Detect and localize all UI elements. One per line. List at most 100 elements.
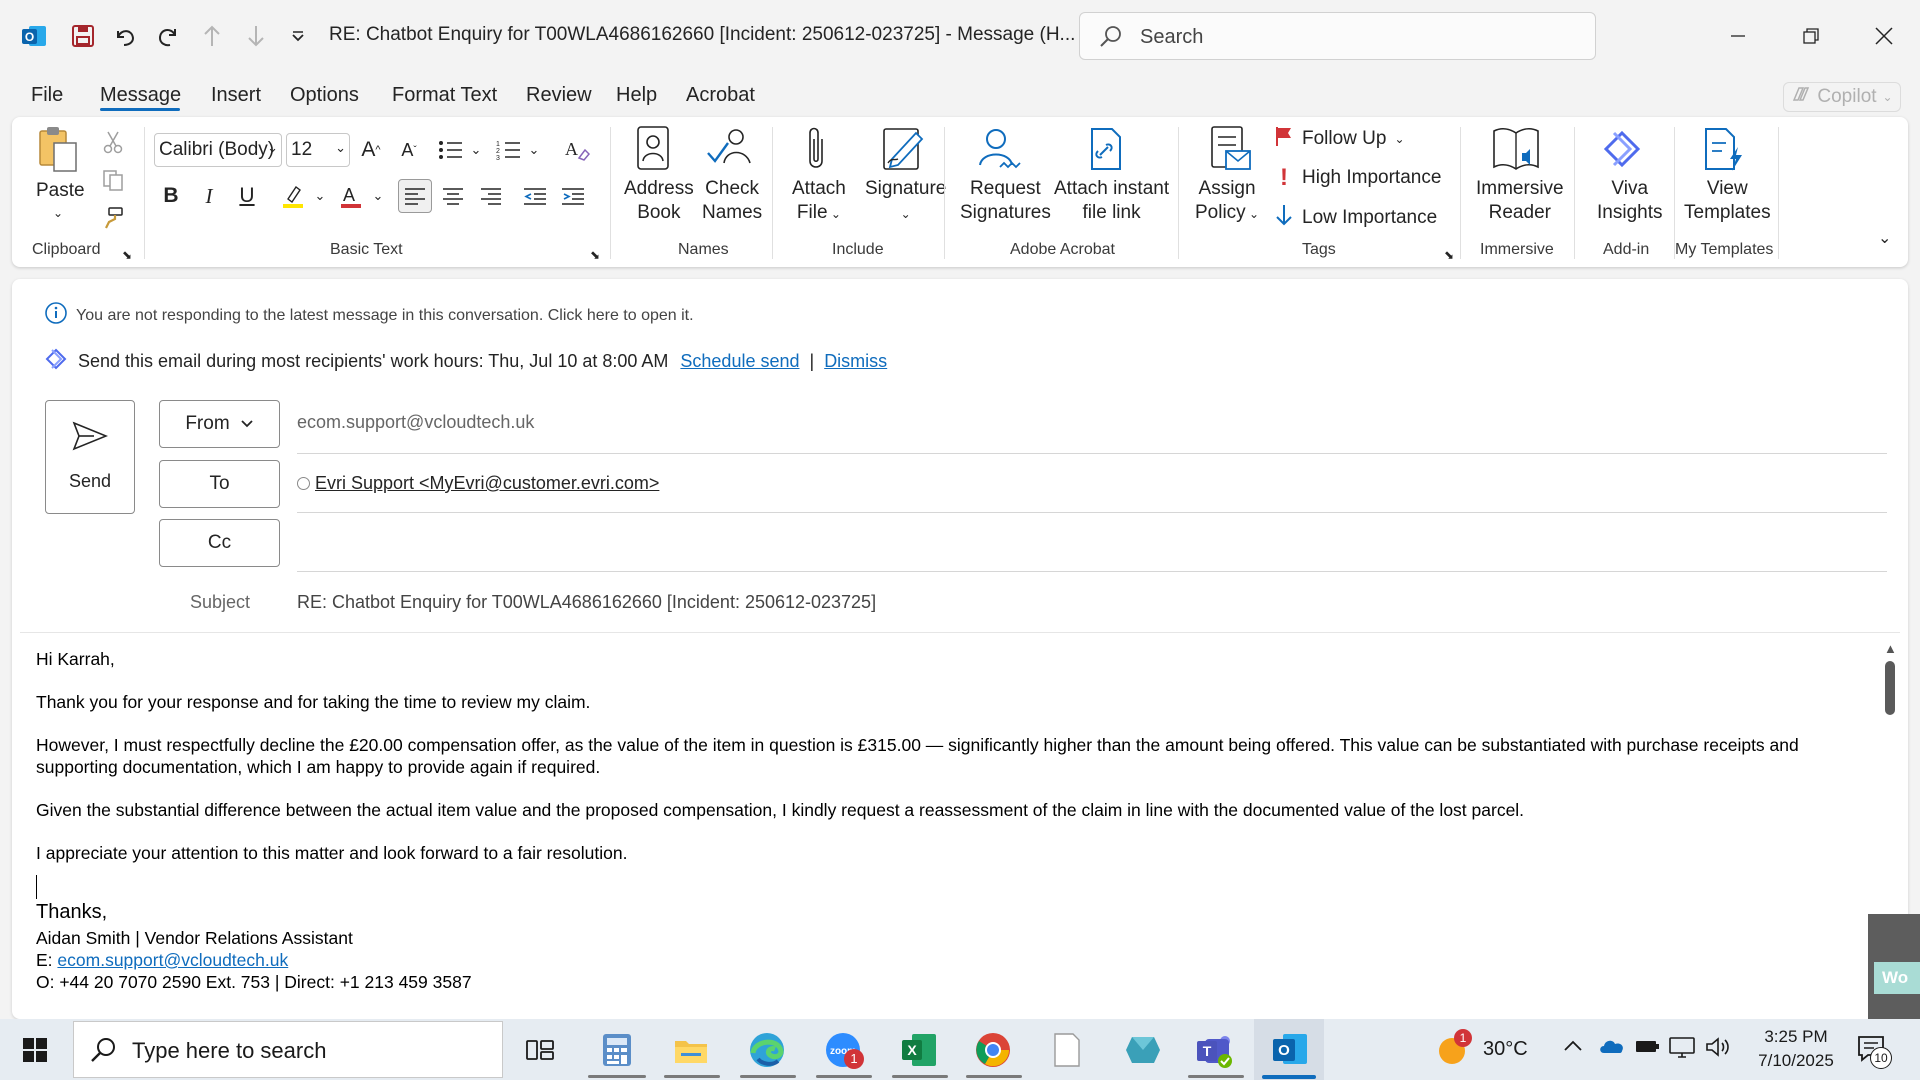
tab-file[interactable]: File <box>31 84 63 107</box>
italic-icon[interactable]: I <box>192 179 226 213</box>
highlight-dropdown-icon[interactable]: ⌄ <box>310 179 330 213</box>
clock[interactable]: 3:25 PM 7/10/2025 <box>1746 1025 1846 1073</box>
message-body[interactable]: Hi Karrah, Thank you for your response a… <box>12 633 1872 1019</box>
copy-icon[interactable] <box>96 163 130 197</box>
decrease-indent-icon[interactable] <box>518 179 552 213</box>
dismiss-link[interactable]: Dismiss <box>824 351 887 372</box>
cc-input[interactable] <box>297 523 1887 567</box>
teams-app-icon[interactable]: T <box>1192 1027 1238 1073</box>
viva-insights-label[interactable]: Viva Insights <box>1597 177 1662 225</box>
not-responding-banner[interactable]: You are not responding to the latest mes… <box>44 301 694 330</box>
to-recipient-chip[interactable]: Evri Support <MyEvri@customer.evri.com> <box>315 473 659 494</box>
copilot-button[interactable]: Copilot ⌄ <box>1783 82 1901 112</box>
paperclip-icon[interactable] <box>802 125 830 178</box>
scrollbar-thumb[interactable] <box>1885 661 1895 715</box>
network-icon[interactable] <box>1668 1035 1696 1064</box>
tab-acrobat[interactable]: Acrobat <box>686 84 755 107</box>
view-templates-icon[interactable] <box>1700 125 1746 178</box>
numbering-dropdown-icon[interactable]: ⌄ <box>524 133 544 167</box>
font-color-icon[interactable]: A <box>334 179 368 213</box>
battery-icon[interactable] <box>1634 1035 1660 1062</box>
cc-button[interactable]: Cc <box>159 519 280 567</box>
app-diamond-icon[interactable] <box>1120 1027 1166 1073</box>
increase-indent-icon[interactable] <box>556 179 590 213</box>
notifications-icon[interactable]: 10 <box>1856 1033 1892 1069</box>
bold-icon[interactable]: B <box>154 179 188 213</box>
clipboard-launcher-icon[interactable]: ⬊ <box>122 243 132 267</box>
tab-options[interactable]: Options <box>290 84 359 107</box>
task-view-icon[interactable] <box>517 1027 563 1073</box>
paste-dropdown-icon[interactable]: ⌄ <box>53 201 63 225</box>
show-hidden-icons-chevron-icon[interactable] <box>1562 1035 1584 1062</box>
signature-icon[interactable] <box>880 125 926 178</box>
grow-font-icon[interactable]: A ^ <box>354 133 388 167</box>
volume-icon[interactable] <box>1704 1035 1732 1064</box>
previous-item-icon[interactable] <box>196 20 228 52</box>
undo-icon[interactable] <box>109 20 141 52</box>
notepad-file-icon[interactable] <box>1044 1027 1090 1073</box>
chrome-browser-icon[interactable] <box>970 1027 1016 1073</box>
search-input[interactable]: Search <box>1079 12 1596 60</box>
signature-email-link[interactable]: ecom.support@vcloudtech.uk <box>57 950 288 970</box>
bullets-icon[interactable] <box>434 133 468 167</box>
check-names-label[interactable]: Check Names <box>702 177 762 225</box>
background-window-peek[interactable]: Wo <box>1868 914 1920 1019</box>
view-templates-label[interactable]: View Templates <box>1684 177 1771 225</box>
shrink-font-icon[interactable]: Aˇ <box>392 133 426 167</box>
to-button[interactable]: To <box>159 460 280 508</box>
format-painter-icon[interactable] <box>96 201 130 235</box>
assign-policy-label[interactable]: Assign Policy ⌄ <box>1195 177 1259 226</box>
assign-policy-icon[interactable] <box>1206 125 1254 178</box>
request-signatures-label[interactable]: Request Signatures <box>960 177 1051 225</box>
tags-launcher-icon[interactable]: ⬊ <box>1444 243 1454 267</box>
check-names-icon[interactable] <box>706 125 754 176</box>
tab-help[interactable]: Help <box>616 84 657 107</box>
underline-icon[interactable]: U <box>230 179 264 213</box>
paste-icon[interactable] <box>36 125 77 173</box>
basic-text-launcher-icon[interactable]: ⬊ <box>590 243 600 267</box>
signature-label[interactable]: Signature ⌄ <box>865 177 946 226</box>
redo-icon[interactable] <box>152 20 184 52</box>
weather-icon[interactable]: 1 <box>1436 1029 1472 1072</box>
numbering-icon[interactable]: 123 <box>492 133 526 167</box>
excel-app-icon[interactable]: X <box>896 1027 942 1073</box>
scroll-up-icon[interactable]: ▲ <box>1884 641 1897 656</box>
taskbar-search-input[interactable]: Type here to search <box>73 1021 503 1078</box>
align-right-icon[interactable] <box>474 179 508 213</box>
subject-input[interactable]: RE: Chatbot Enquiry for T00WLA4686162660… <box>297 592 876 613</box>
align-center-icon[interactable] <box>436 179 470 213</box>
request-signatures-icon[interactable] <box>972 125 1028 178</box>
close-button[interactable] <box>1862 14 1906 58</box>
save-icon[interactable] <box>67 20 99 52</box>
bullets-dropdown-icon[interactable]: ⌄ <box>466 133 486 167</box>
font-color-dropdown-icon[interactable]: ⌄ <box>368 179 388 213</box>
tab-message[interactable]: Message <box>100 84 181 107</box>
cut-icon[interactable] <box>96 125 130 159</box>
tab-format-text[interactable]: Format Text <box>392 84 497 107</box>
high-importance-button[interactable]: ! High Importance <box>1274 164 1441 192</box>
temperature-text[interactable]: 30°C <box>1483 1038 1528 1061</box>
edge-browser-icon[interactable] <box>744 1027 790 1073</box>
address-book-label[interactable]: Address Book <box>624 177 694 225</box>
ribbon-collapse-icon[interactable]: ⌄ <box>1878 227 1891 251</box>
tab-review[interactable]: Review <box>526 84 592 107</box>
to-recipient-field[interactable]: Evri Support <MyEvri@customer.evri.com> <box>297 473 659 494</box>
send-button[interactable]: Send <box>45 400 135 514</box>
outlook-active-taskbar-item[interactable]: O <box>1254 1019 1324 1080</box>
file-explorer-icon[interactable] <box>668 1027 714 1073</box>
align-left-icon[interactable] <box>398 179 432 213</box>
paste-label[interactable]: Paste <box>36 179 85 203</box>
customize-toolbar-icon[interactable] <box>282 20 314 52</box>
restore-button[interactable] <box>1789 14 1833 58</box>
windows-start-icon[interactable] <box>12 1027 58 1073</box>
zoom-app-icon[interactable]: zoom 1 <box>820 1027 866 1073</box>
attach-file-label[interactable]: Attach File ⌄ <box>792 177 846 226</box>
follow-up-button[interactable]: Follow Up ⌄ <box>1274 125 1405 152</box>
onedrive-cloud-icon[interactable] <box>1598 1035 1626 1062</box>
clear-formatting-icon[interactable]: A <box>560 133 594 167</box>
schedule-send-link[interactable]: Schedule send <box>680 351 799 372</box>
low-importance-button[interactable]: Low Importance <box>1274 203 1437 232</box>
from-button[interactable]: From <box>159 400 280 448</box>
immersive-reader-icon[interactable] <box>1490 125 1542 178</box>
minimize-button[interactable] <box>1716 14 1760 58</box>
